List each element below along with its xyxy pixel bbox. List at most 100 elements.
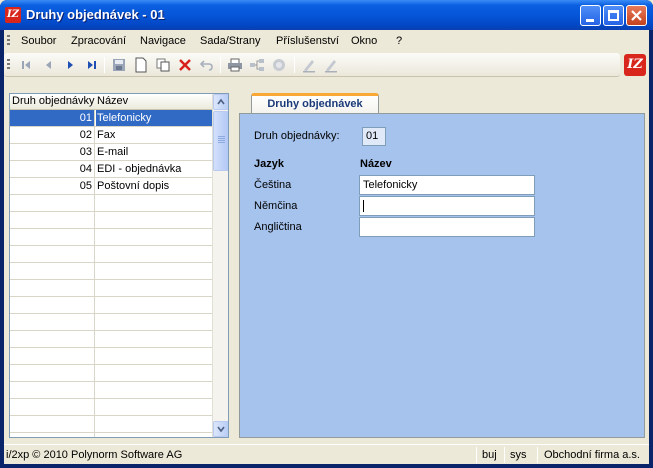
menu-soubor[interactable]: Soubor	[21, 35, 56, 47]
empty-cell[interactable]	[96, 229, 213, 245]
scroll-thumb[interactable]	[213, 111, 228, 171]
stop-icon[interactable]	[271, 57, 287, 73]
empty-cell[interactable]	[96, 280, 213, 296]
cell-order-type[interactable]: 03	[10, 144, 95, 160]
empty-cell[interactable]	[96, 399, 213, 415]
empty-table-row[interactable]	[10, 331, 213, 348]
cell-name[interactable]: E-mail	[96, 144, 213, 160]
tab-druhy-objednavek[interactable]: Druhy objednávek	[251, 93, 379, 113]
table-row[interactable]: 03 E-mail	[10, 144, 213, 161]
name-input-czech[interactable]	[359, 175, 535, 195]
cell-order-type[interactable]: 05	[10, 178, 95, 194]
title-bar[interactable]: IZ Druhy objednávek - 01	[0, 0, 653, 30]
empty-cell[interactable]	[10, 348, 95, 364]
empty-cell[interactable]	[10, 416, 95, 432]
scroll-down-button[interactable]	[213, 421, 228, 437]
table-row[interactable]: 01 Telefonicky	[10, 110, 213, 127]
close-button[interactable]	[626, 5, 647, 26]
last-record-icon[interactable]	[84, 57, 100, 73]
name-input-english[interactable]	[359, 217, 535, 237]
print-icon[interactable]	[227, 57, 243, 73]
empty-cell[interactable]	[96, 416, 213, 432]
empty-cell[interactable]	[96, 297, 213, 313]
app-logo-icon[interactable]: IZ	[5, 7, 21, 23]
empty-table-row[interactable]	[10, 399, 213, 416]
empty-table-row[interactable]	[10, 314, 213, 331]
empty-table-row[interactable]	[10, 297, 213, 314]
menu-zpracovani[interactable]: Zpracování	[71, 35, 126, 47]
empty-cell[interactable]	[10, 280, 95, 296]
table-row[interactable]: 04 EDI - objednávka	[10, 161, 213, 178]
save-icon[interactable]	[111, 57, 127, 73]
empty-cell[interactable]	[10, 246, 95, 262]
menu-okno[interactable]: Okno	[351, 35, 377, 47]
empty-table-row[interactable]	[10, 246, 213, 263]
copy-icon[interactable]	[155, 57, 171, 73]
empty-cell[interactable]	[10, 331, 95, 347]
empty-cell[interactable]	[10, 365, 95, 381]
previous-record-icon[interactable]	[40, 57, 56, 73]
order-type-label: Druh objednávky:	[254, 130, 340, 142]
delete-icon[interactable]	[177, 57, 193, 73]
empty-cell[interactable]	[96, 195, 213, 211]
name-input-german[interactable]	[359, 196, 535, 216]
column-header-name[interactable]: Název	[97, 95, 128, 107]
undo-icon[interactable]	[199, 57, 215, 73]
maximize-button[interactable]	[603, 5, 624, 26]
empty-cell[interactable]	[10, 212, 95, 228]
cell-order-type[interactable]: 04	[10, 161, 95, 177]
empty-cell[interactable]	[10, 382, 95, 398]
minimize-button[interactable]	[580, 5, 601, 26]
empty-cell[interactable]	[10, 297, 95, 313]
edit-icon[interactable]	[301, 57, 317, 73]
empty-table-row[interactable]	[10, 416, 213, 433]
cell-name[interactable]: Fax	[96, 127, 213, 143]
empty-cell[interactable]	[10, 433, 95, 437]
table-row[interactable]: 05 Poštovní dopis	[10, 178, 213, 195]
tree-icon[interactable]	[249, 57, 265, 73]
empty-cell[interactable]	[96, 263, 213, 279]
list-scrollbar[interactable]	[212, 94, 228, 437]
empty-table-row[interactable]	[10, 229, 213, 246]
column-header-type[interactable]: Druh objednávky	[12, 95, 95, 107]
menu-prislusenstvi[interactable]: Příslušenství	[276, 35, 339, 47]
empty-cell[interactable]	[96, 382, 213, 398]
empty-cell[interactable]	[96, 365, 213, 381]
empty-table-row[interactable]	[10, 382, 213, 399]
scroll-up-button[interactable]	[213, 94, 228, 110]
cell-order-type[interactable]: 02	[10, 127, 95, 143]
cell-name[interactable]: EDI - objednávka	[96, 161, 213, 177]
order-types-list[interactable]: Druh objednávky Název 01 Telefonicky 02 Fax…	[9, 93, 229, 438]
empty-table-row[interactable]	[10, 280, 213, 297]
empty-cell[interactable]	[96, 212, 213, 228]
menu-help[interactable]: ?	[396, 35, 402, 47]
empty-cell[interactable]	[10, 399, 95, 415]
table-row[interactable]: 02 Fax	[10, 127, 213, 144]
empty-cell[interactable]	[96, 331, 213, 347]
empty-cell[interactable]	[96, 246, 213, 262]
cell-name[interactable]: Telefonicky	[96, 110, 213, 126]
empty-cell[interactable]	[10, 314, 95, 330]
empty-cell[interactable]	[10, 229, 95, 245]
empty-table-row[interactable]	[10, 348, 213, 365]
cell-name[interactable]: Poštovní dopis	[96, 178, 213, 194]
new-document-icon[interactable]	[133, 57, 149, 73]
empty-cell[interactable]	[96, 348, 213, 364]
empty-cell[interactable]	[10, 263, 95, 279]
empty-table-row[interactable]	[10, 433, 213, 437]
empty-cell[interactable]	[10, 195, 95, 211]
empty-cell[interactable]	[96, 314, 213, 330]
menu-grip-icon[interactable]	[7, 35, 10, 47]
empty-table-row[interactable]	[10, 365, 213, 382]
empty-table-row[interactable]	[10, 263, 213, 280]
next-record-icon[interactable]	[62, 57, 78, 73]
first-record-icon[interactable]	[18, 57, 34, 73]
edit-alt-icon[interactable]	[323, 57, 339, 73]
menu-sada-strany[interactable]: Sada/Strany	[200, 35, 261, 47]
empty-cell[interactable]	[96, 433, 213, 437]
cell-order-type[interactable]: 01	[10, 110, 95, 126]
empty-table-row[interactable]	[10, 195, 213, 212]
empty-table-row[interactable]	[10, 212, 213, 229]
menu-navigace[interactable]: Navigace	[140, 35, 186, 47]
toolbar-grip-icon[interactable]	[7, 59, 10, 71]
